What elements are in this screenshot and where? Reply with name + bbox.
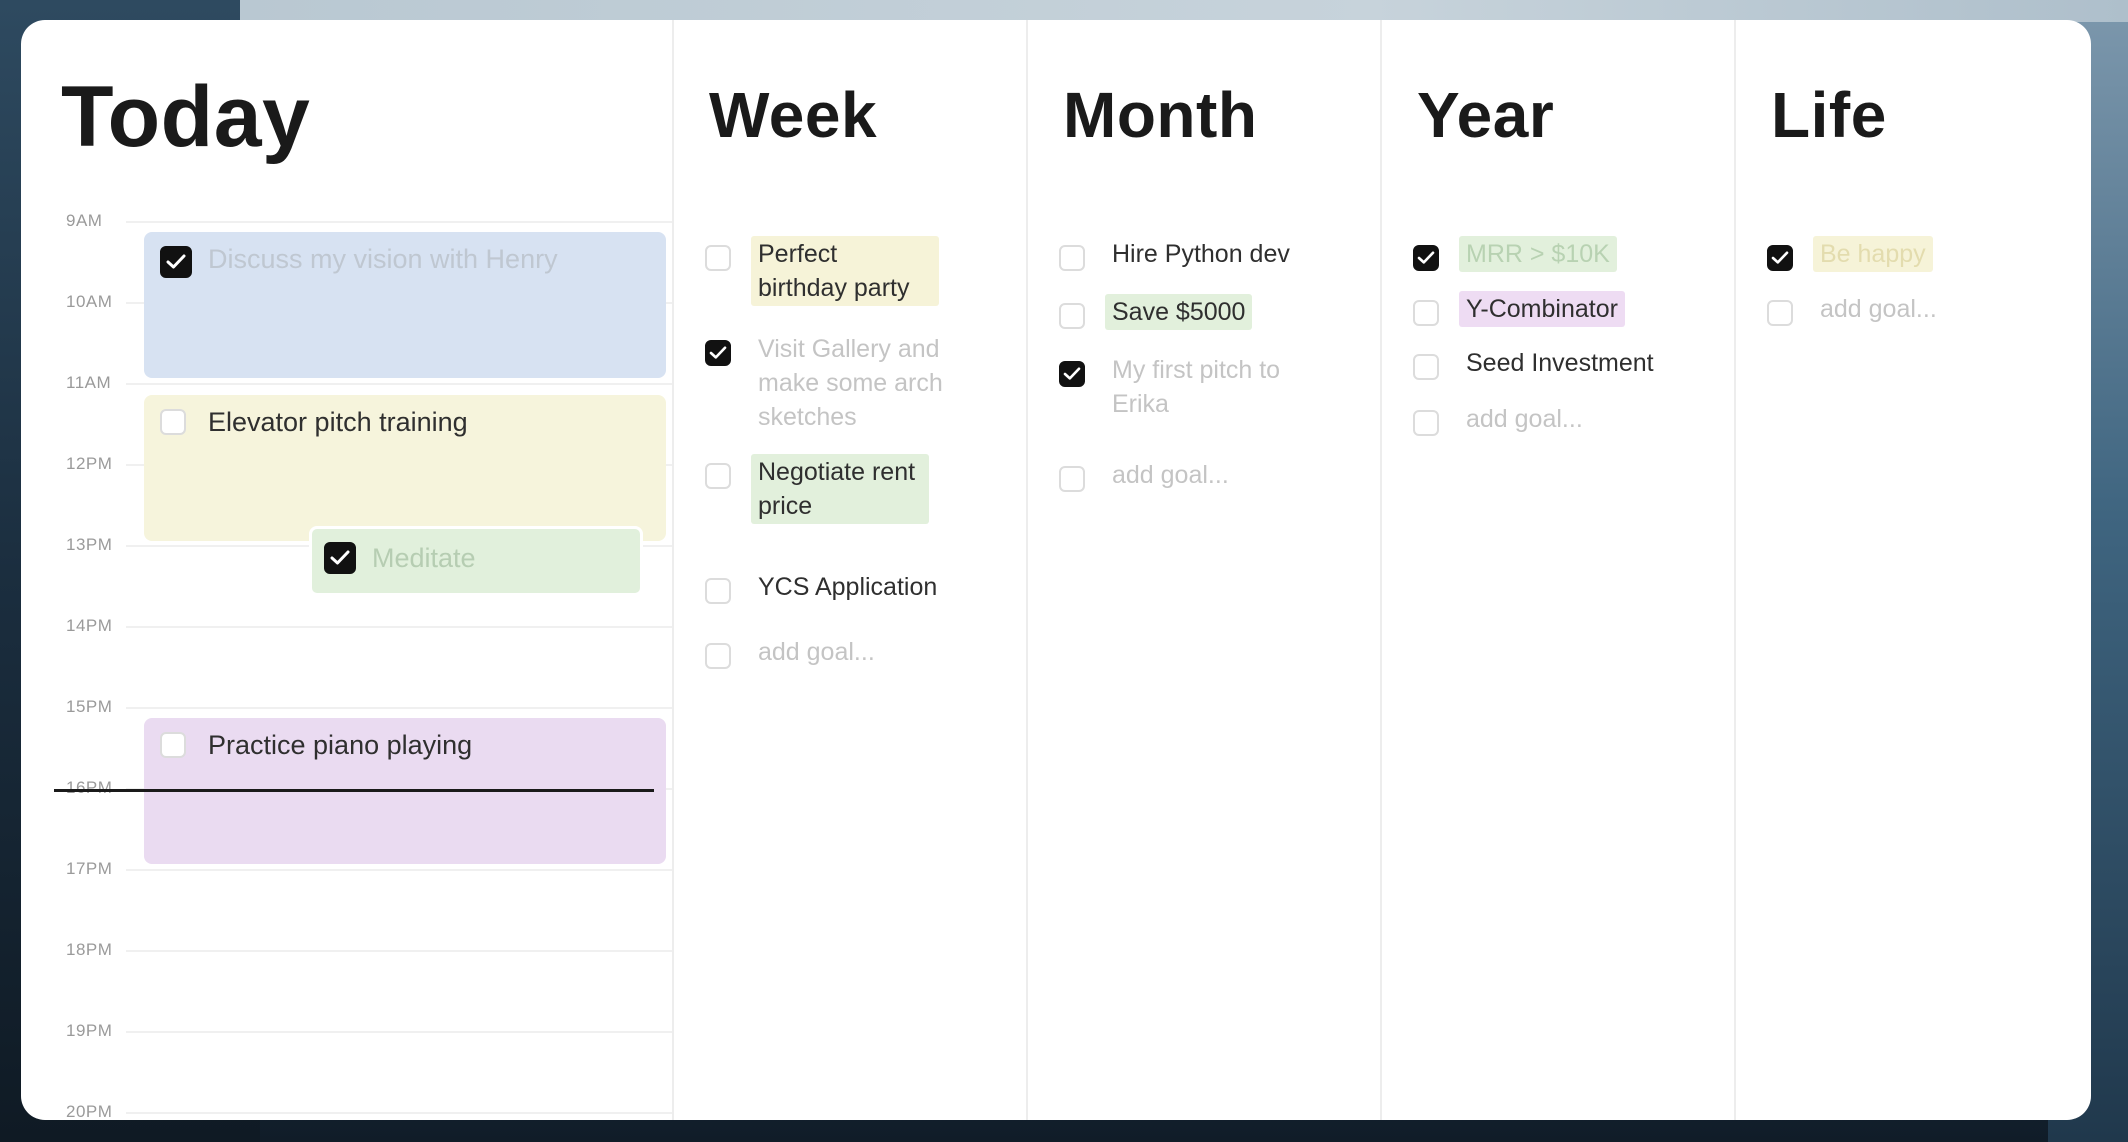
goal-label: YCS Application — [758, 573, 938, 601]
goal-label: My first pitch to Erika — [1112, 356, 1281, 418]
goal-checkbox[interactable] — [705, 643, 731, 669]
month-column: Month Hire Python dev Save $5000 My firs… — [1026, 20, 1382, 1120]
hour-label: 10AM — [66, 292, 113, 311]
hour-label: 15PM — [66, 697, 113, 716]
goal-checkbox[interactable] — [1413, 410, 1439, 436]
event-title: Practice piano playing — [208, 730, 473, 760]
hour-label: 14PM — [66, 616, 113, 635]
checkmark-icon — [1417, 251, 1435, 264]
hour-label: 12PM — [66, 454, 113, 473]
event-title: Meditate — [372, 543, 476, 573]
background-sky — [240, 0, 2128, 22]
hour-label: 17PM — [66, 859, 113, 878]
event-checkbox[interactable] — [160, 732, 186, 758]
add-goal-placeholder[interactable]: add goal... — [1105, 457, 1236, 493]
hour-label: 16PM — [66, 778, 113, 797]
hour-gridline — [126, 626, 672, 628]
goal-checkbox[interactable] — [705, 578, 731, 604]
add-goal-placeholder[interactable]: add goal... — [1813, 291, 1944, 327]
goal-item[interactable]: Negotiate rent price — [705, 454, 929, 524]
add-goal-input[interactable]: add goal... — [705, 634, 882, 670]
goal-checkbox[interactable] — [1413, 354, 1439, 380]
life-title: Life — [1771, 79, 1887, 151]
goal-checkbox[interactable] — [1767, 245, 1793, 271]
add-goal-input[interactable]: add goal... — [1413, 401, 1590, 437]
event-elevator-pitch[interactable]: Elevator pitch training — [144, 395, 666, 541]
goal-label: Y-Combinator — [1459, 291, 1625, 327]
hour-label: 9AM — [66, 211, 103, 230]
life-column: Life Be happy add goal... — [1734, 20, 2091, 1120]
current-time-indicator — [54, 789, 654, 792]
goal-checkbox[interactable] — [1059, 361, 1085, 387]
event-checkbox[interactable] — [160, 246, 192, 278]
event-title: Elevator pitch training — [208, 407, 468, 437]
today-column: Today 9AM 10AM 11AM 12PM 13PM 14PM 15PM — [21, 20, 672, 1120]
hour-label: 11AM — [66, 373, 112, 392]
checkmark-icon — [1771, 251, 1789, 264]
hour-label: 18PM — [66, 940, 113, 959]
goal-checkbox[interactable] — [705, 245, 731, 271]
hour-gridline — [126, 1112, 672, 1114]
add-goal-input[interactable]: add goal... — [1767, 291, 1944, 327]
goal-item[interactable]: MRR > $10K — [1413, 236, 1617, 272]
goal-item[interactable]: Perfect birthday party — [705, 236, 939, 306]
goal-label: Save $5000 — [1105, 294, 1253, 330]
event-discuss-vision[interactable]: Discuss my vision with Henry — [144, 232, 666, 378]
goal-item[interactable]: Be happy — [1767, 236, 1933, 272]
goal-item[interactable]: Save $5000 — [1059, 294, 1253, 330]
goal-checkbox[interactable] — [1059, 245, 1085, 271]
goal-checkbox[interactable] — [1767, 300, 1793, 326]
goal-item[interactable]: Hire Python dev — [1059, 236, 1297, 272]
checkmark-icon — [330, 550, 350, 565]
add-goal-placeholder[interactable]: add goal... — [751, 634, 882, 670]
year-column: Year MRR > $10K Y-Combinator Seed Invest… — [1380, 20, 1736, 1120]
hour-gridline — [126, 221, 672, 223]
hour-label: 19PM — [66, 1021, 113, 1040]
checkmark-icon — [166, 254, 186, 269]
goal-label: Visit Gallery and make some arch sketche… — [758, 335, 943, 431]
hour-label: 20PM — [66, 1102, 113, 1120]
hour-gridline — [126, 383, 672, 385]
event-meditate[interactable]: Meditate — [309, 526, 643, 596]
goal-item[interactable]: YCS Application — [705, 569, 944, 605]
goal-checkbox[interactable] — [705, 463, 731, 489]
week-column: Week Perfect birthday party Visit Galler… — [672, 20, 1028, 1120]
hour-gridline — [126, 1031, 672, 1033]
goal-label: MRR > $10K — [1459, 236, 1617, 272]
event-checkbox[interactable] — [324, 542, 356, 574]
hour-gridline — [126, 707, 672, 709]
goal-label: Seed Investment — [1466, 349, 1654, 377]
month-title: Month — [1063, 79, 1258, 151]
goal-checkbox[interactable] — [1413, 245, 1439, 271]
event-checkbox[interactable] — [160, 409, 186, 435]
add-goal-placeholder[interactable]: add goal... — [1459, 401, 1590, 437]
week-title: Week — [709, 79, 878, 151]
goal-checkbox[interactable] — [1059, 466, 1085, 492]
goal-label: Perfect birthday party — [751, 236, 939, 306]
goal-item[interactable]: My first pitch to Erika — [1059, 352, 1289, 422]
goal-checkbox[interactable] — [1413, 300, 1439, 326]
goal-item[interactable]: Visit Gallery and make some arch sketche… — [705, 331, 965, 435]
checkmark-icon — [1063, 367, 1081, 380]
goal-item[interactable]: Y-Combinator — [1413, 291, 1625, 327]
hour-gridline — [126, 869, 672, 871]
year-title: Year — [1417, 79, 1555, 151]
goal-checkbox[interactable] — [1059, 303, 1085, 329]
goal-checkbox[interactable] — [705, 340, 731, 366]
goal-label: Hire Python dev — [1112, 240, 1290, 268]
hour-gridline — [126, 950, 672, 952]
hour-label: 13PM — [66, 535, 113, 554]
goal-label: Be happy — [1813, 236, 1933, 272]
today-title: Today — [61, 69, 311, 165]
planner-card: Today 9AM 10AM 11AM 12PM 13PM 14PM 15PM — [21, 20, 2091, 1120]
checkmark-icon — [709, 346, 727, 359]
event-title: Discuss my vision with Henry — [208, 244, 558, 274]
goal-item[interactable]: Seed Investment — [1413, 345, 1661, 381]
add-goal-input[interactable]: add goal... — [1059, 457, 1236, 493]
goal-label: Negotiate rent price — [751, 454, 929, 524]
